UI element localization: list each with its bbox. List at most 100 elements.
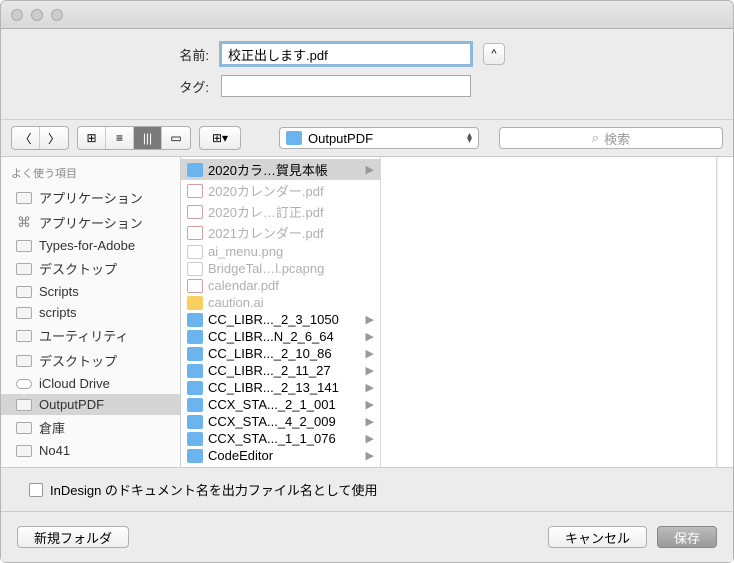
application-icon: ⌘ <box>15 216 33 230</box>
folder-icon <box>187 398 203 412</box>
options-panel: InDesign のドキュメント名を出力ファイル名として使用 <box>1 467 733 511</box>
file-name: CCX_STA..._2_1_001 <box>208 397 361 412</box>
dialog-footer: 新規フォルダ キャンセル 保存 <box>1 511 733 562</box>
sidebar-item-label: iCloud Drive <box>39 376 110 391</box>
browser-content: よく使う項目 アプリケーション ⌘アプリケーション Types-for-Adobe デ… <box>1 157 733 467</box>
file-row[interactable]: ai_menu.png <box>181 243 380 260</box>
view-columns-button[interactable]: ||| <box>134 127 162 149</box>
nav-forward-button[interactable]: 〉 <box>40 127 68 149</box>
search-icon: ⌕ <box>592 130 599 146</box>
file-name: CCX_STA..._1_1_076 <box>208 431 361 446</box>
chevron-right-icon: ▶ <box>366 364 374 377</box>
ai-icon <box>187 296 203 310</box>
location-label: OutputPDF <box>308 131 467 146</box>
folder-icon <box>15 329 33 343</box>
pdf-icon <box>187 205 203 219</box>
file-name: CodeEditor <box>208 448 361 463</box>
file-name: calendar.pdf <box>208 278 374 293</box>
tags-label: タグ: <box>41 77 221 96</box>
file-name: CC_LIBR..._2_11_27 <box>208 363 361 378</box>
pdf-icon <box>187 184 203 198</box>
folder-icon <box>187 449 203 463</box>
file-name: caution.ai <box>208 295 374 310</box>
tags-input[interactable] <box>221 75 471 97</box>
sidebar-item[interactable]: アプリケーション <box>1 185 180 210</box>
zoom-window-icon[interactable] <box>51 9 63 21</box>
file-row[interactable]: CodeEditor▶ <box>181 447 380 464</box>
chevron-right-icon: ▶ <box>366 330 374 343</box>
sidebar-item[interactable]: OutputPDF <box>1 394 180 415</box>
folder-icon <box>286 131 302 145</box>
file-column-2[interactable] <box>381 157 717 467</box>
file-row[interactable]: 2020カレンダー.pdf <box>181 180 380 201</box>
view-list-button[interactable]: ≡ <box>106 127 134 149</box>
name-tag-form: 名前: ^ タグ: <box>1 29 733 120</box>
file-name: CC_LIBR..._2_10_86 <box>208 346 361 361</box>
folder-icon <box>187 415 203 429</box>
close-window-icon[interactable] <box>11 9 23 21</box>
collapse-expand-button[interactable]: ^ <box>483 43 505 65</box>
scrollbar[interactable] <box>717 157 733 467</box>
sidebar-item-label: Types-for-Adobe <box>39 238 135 253</box>
sidebar-item-label: アプリケーション <box>39 188 143 207</box>
browser-toolbar: 〈 〉 ⊞ ≡ ||| ▭ ⊞▾ OutputPDF ▴▾ ⌕ 検索 <box>1 120 733 157</box>
sidebar-item[interactable]: 倉庫 <box>1 415 180 440</box>
new-folder-button[interactable]: 新規フォルダ <box>17 526 129 548</box>
folder-icon <box>15 239 33 253</box>
sidebar-item-label: 倉庫 <box>39 418 65 437</box>
file-row[interactable]: 2020カレ…訂正.pdf <box>181 201 380 222</box>
view-icons-button[interactable]: ⊞ <box>78 127 106 149</box>
window-controls <box>11 9 63 21</box>
chevron-right-icon: ▶ <box>366 432 374 445</box>
location-dropdown[interactable]: OutputPDF ▴▾ <box>279 127 479 149</box>
titlebar[interactable] <box>1 1 733 29</box>
file-row[interactable]: CC_LIBR..._2_3_1050 ▶ <box>181 311 380 328</box>
sidebar-item[interactable]: Scripts <box>1 281 180 302</box>
sidebar-item-label: デスクトップ <box>39 351 117 370</box>
sidebar-favorites-header: よく使う項目 <box>1 161 180 185</box>
sidebar-item-label: デスクトップ <box>39 259 117 278</box>
file-row[interactable]: 2021カレンダー.pdf <box>181 222 380 243</box>
nav-back-button[interactable]: 〈 <box>12 127 40 149</box>
sidebar: よく使う項目 アプリケーション ⌘アプリケーション Types-for-Adobe デ… <box>1 157 181 467</box>
view-gallery-button[interactable]: ▭ <box>162 127 190 149</box>
chevron-right-icon: ▶ <box>366 313 374 326</box>
group-by-button[interactable]: ⊞▾ <box>200 127 240 149</box>
sidebar-item[interactable]: ユーティリティ <box>1 323 180 348</box>
sidebar-item[interactable]: scripts <box>1 302 180 323</box>
file-row[interactable]: CC_LIBR..._2_10_86▶ <box>181 345 380 362</box>
minimize-window-icon[interactable] <box>31 9 43 21</box>
file-row[interactable]: CC_LIBR...N_2_6_64▶ <box>181 328 380 345</box>
use-doc-name-label: InDesign のドキュメント名を出力ファイル名として使用 <box>50 480 378 499</box>
file-row[interactable]: CCX_STA..._2_1_001▶ <box>181 396 380 413</box>
file-row[interactable]: 2020カラ…賀見本帳▶ <box>181 159 380 180</box>
file-row[interactable]: CCX_STA..._4_2_009▶ <box>181 413 380 430</box>
file-row[interactable]: caution.ai <box>181 294 380 311</box>
sidebar-item-label: ユーティリティ <box>39 326 128 345</box>
folder-icon <box>187 313 203 327</box>
folder-icon <box>15 444 33 458</box>
sidebar-item-label: scripts <box>39 305 77 320</box>
file-name: CC_LIBR..._2_13_141 <box>208 380 361 395</box>
cancel-button[interactable]: キャンセル <box>548 526 647 548</box>
file-column-1[interactable]: 2020カラ…賀見本帳▶2020カレンダー.pdf2020カレ…訂正.pdf20… <box>181 157 381 467</box>
use-doc-name-checkbox[interactable] <box>29 483 43 497</box>
file-row[interactable]: CC_LIBR..._2_11_27 ▶ <box>181 362 380 379</box>
sidebar-item[interactable]: iCloud Drive <box>1 373 180 394</box>
sidebar-item[interactable]: デスクトップ <box>1 348 180 373</box>
sidebar-item[interactable]: ⌘アプリケーション <box>1 210 180 235</box>
folder-icon <box>187 364 203 378</box>
filename-input[interactable] <box>221 43 471 65</box>
search-field[interactable]: ⌕ 検索 <box>499 127 723 149</box>
sidebar-item-label: Scripts <box>39 284 79 299</box>
sidebar-item[interactable]: No41 <box>1 440 180 461</box>
sidebar-item[interactable]: デスクトップ <box>1 256 180 281</box>
folder-icon <box>15 354 33 368</box>
file-row[interactable]: BridgeTal…l.pcapng <box>181 260 380 277</box>
file-row[interactable]: CCX_STA..._1_1_076 ▶ <box>181 430 380 447</box>
file-row[interactable]: calendar.pdf <box>181 277 380 294</box>
sidebar-item[interactable]: Types-for-Adobe <box>1 235 180 256</box>
save-button[interactable]: 保存 <box>657 526 717 548</box>
file-name: CC_LIBR..._2_3_1050 <box>208 312 361 327</box>
file-row[interactable]: CC_LIBR..._2_13_141▶ <box>181 379 380 396</box>
